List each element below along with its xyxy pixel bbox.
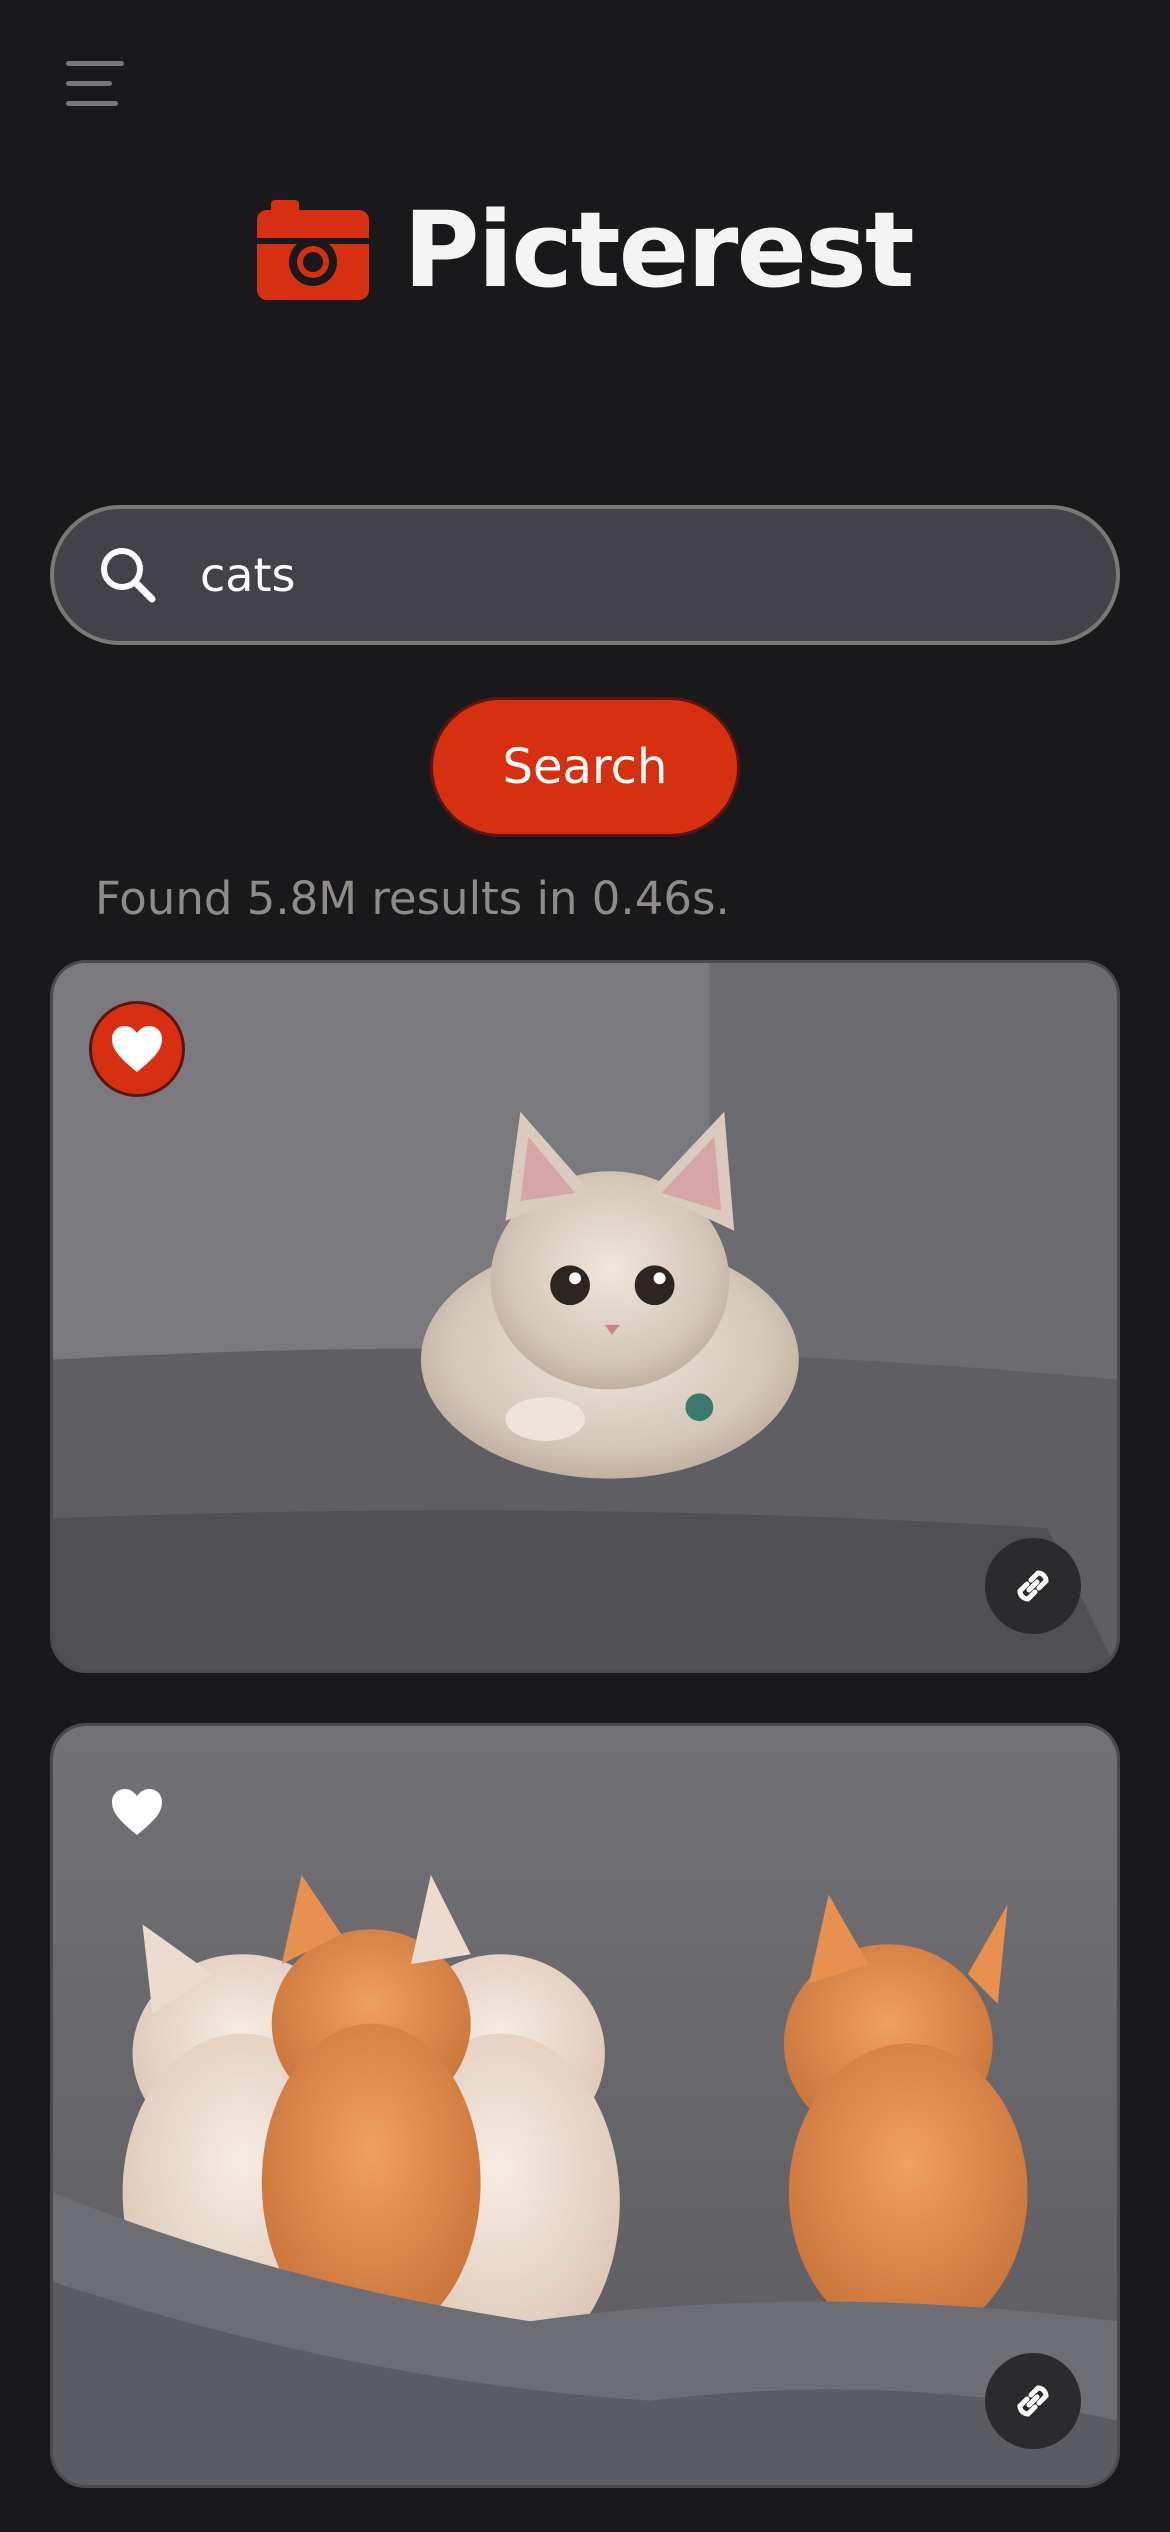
search-bar[interactable] [50, 505, 1120, 645]
heart-icon [112, 1789, 162, 1835]
link-icon [1017, 2385, 1049, 2417]
copy-link-button[interactable] [985, 1538, 1081, 1634]
kitten-on-sofa-image[interactable] [53, 963, 1117, 1670]
sleeping-kittens-image[interactable] [53, 1726, 1117, 2485]
result-card[interactable] [50, 1723, 1120, 2488]
favorite-button[interactable] [89, 1764, 185, 1860]
hamburger-menu-icon[interactable] [60, 56, 130, 112]
menu-line [66, 101, 118, 106]
search-input[interactable] [198, 547, 1076, 603]
brand-header: Picterest [0, 180, 1170, 320]
favorite-button[interactable] [89, 1001, 185, 1097]
heart-icon [112, 1026, 162, 1072]
results-summary: Found 5.8M results in 0.46s. [95, 872, 730, 925]
result-card[interactable] [50, 960, 1120, 1673]
brand-name: Picterest [403, 189, 914, 311]
search-button[interactable]: Search [430, 697, 740, 837]
menu-line [66, 61, 124, 66]
camera-icon [257, 200, 370, 300]
copy-link-button[interactable] [985, 2353, 1081, 2449]
search-icon [101, 548, 156, 603]
link-icon [1017, 1570, 1049, 1602]
menu-line [66, 81, 112, 86]
